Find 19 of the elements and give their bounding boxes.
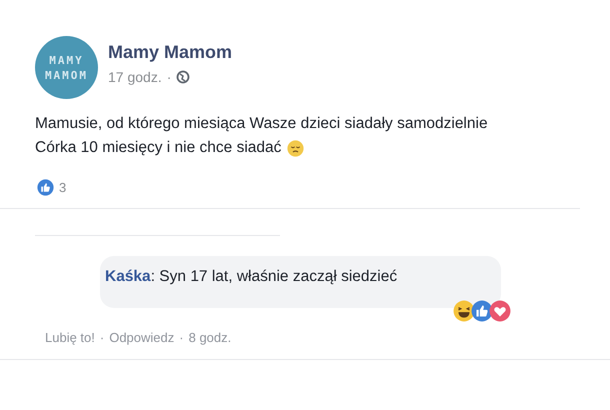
like-link[interactable]: Lubię to!: [45, 330, 95, 345]
comment-text: Kaśka: Syn 17 lat, właśnie zaczął siedzieć: [105, 268, 398, 285]
page-avatar[interactable]: MAMY MAMOM: [35, 36, 98, 99]
thumbs-up-icon: [471, 300, 493, 322]
post-text: Córka 10 miesięcy i nie chce siadać: [35, 139, 282, 157]
logo-text: MAMY: [49, 54, 84, 66]
thumbs-up-icon: [37, 179, 54, 196]
post-text: Mamusie, od którego miesiąca Wasze dzieci siadały samodzielnie: [35, 115, 489, 133]
post-time[interactable]: 17 godz.: [108, 69, 162, 85]
laughing-emoji-icon: [453, 300, 475, 322]
sad-emoji-icon: [287, 140, 304, 156]
reaction-count[interactable]: 3: [59, 180, 66, 195]
separator-dot: ·: [100, 330, 104, 345]
separator-dot: ·: [179, 330, 184, 345]
separator-dot: ·: [166, 69, 172, 85]
comment-time[interactable]: 8 godz.: [188, 330, 232, 345]
logo-text: MAMOM: [44, 68, 88, 82]
author-name[interactable]: Mamy Mamom: [108, 42, 232, 63]
reply-link[interactable]: Odpowiedz: [109, 330, 174, 345]
